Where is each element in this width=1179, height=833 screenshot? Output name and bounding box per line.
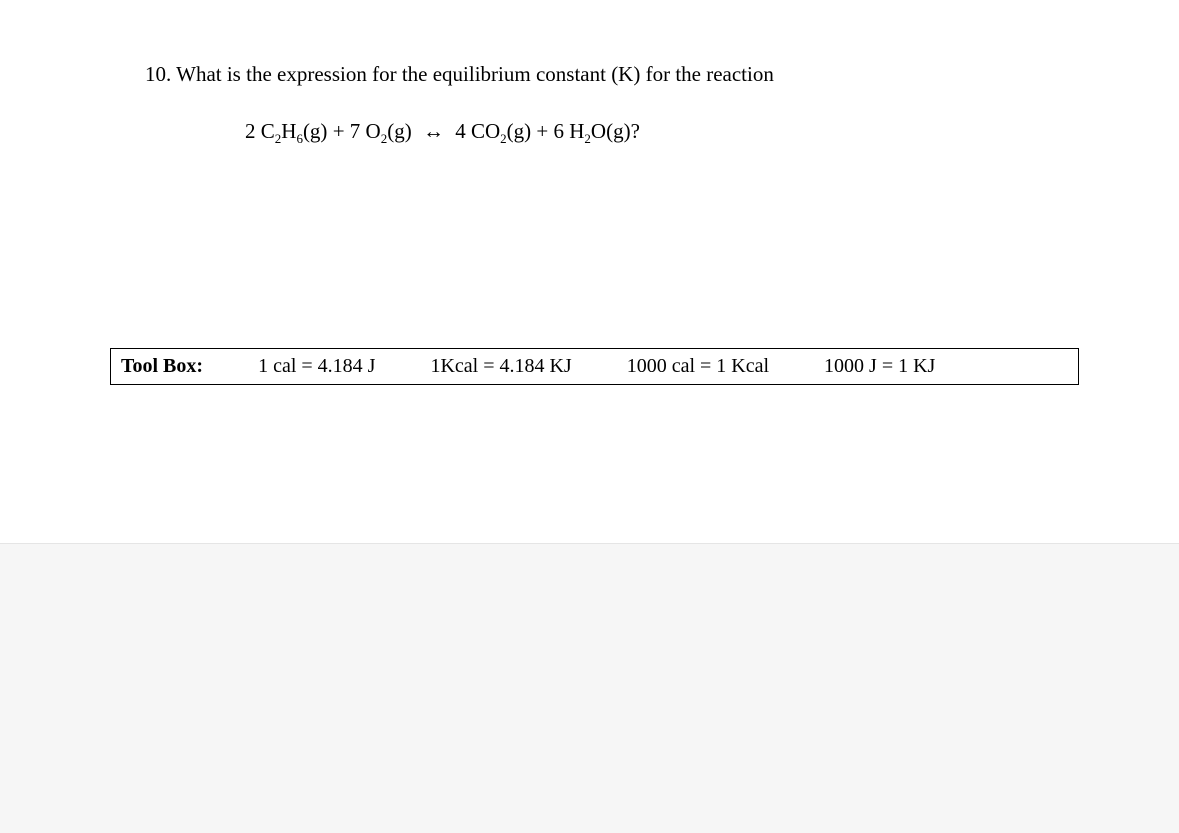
- elem-h: H: [281, 119, 296, 143]
- elem-co: CO: [471, 119, 500, 143]
- toolbox-item-3: 1000 cal = 1 Kcal: [627, 355, 769, 378]
- elem-o2: O: [591, 119, 606, 143]
- toolbox-item-1: 1 cal = 4.184 J: [258, 355, 375, 378]
- plus-2: +: [531, 119, 553, 143]
- question-text-body: What is the expression for the equilibri…: [176, 62, 774, 86]
- coef-2: 7: [350, 119, 366, 143]
- bottom-panel: [0, 543, 1179, 833]
- coef-1: 2: [245, 119, 261, 143]
- spacer-1: [412, 119, 417, 143]
- state-3: (g): [507, 119, 532, 143]
- state-4: (g)?: [606, 119, 640, 143]
- elem-o: O: [366, 119, 381, 143]
- coef-4: 6: [553, 119, 569, 143]
- toolbox-item-2: 1Kcal = 4.184 KJ: [430, 355, 571, 378]
- equilibrium-arrow: ↔: [423, 119, 444, 144]
- plus-1: +: [327, 119, 349, 143]
- toolbox-label: Tool Box:: [121, 355, 203, 378]
- elem-h2: H: [569, 119, 584, 143]
- tool-box: Tool Box: 1 cal = 4.184 J 1Kcal = 4.184 …: [110, 348, 1079, 385]
- elem-c: C: [261, 119, 275, 143]
- state-1: (g): [303, 119, 328, 143]
- state-2: (g): [387, 119, 412, 143]
- question-number: 10.: [145, 62, 171, 86]
- document-content: 10. What is the expression for the equil…: [0, 0, 1179, 385]
- question-prompt: 10. What is the expression for the equil…: [145, 60, 1069, 89]
- toolbox-item-4: 1000 J = 1 KJ: [824, 355, 935, 378]
- coef-3: 4: [455, 119, 471, 143]
- chemical-equation: 2 C2H6(g) + 7 O2(g) ↔ 4 CO2(g) + 6 H2O(g…: [145, 119, 1069, 147]
